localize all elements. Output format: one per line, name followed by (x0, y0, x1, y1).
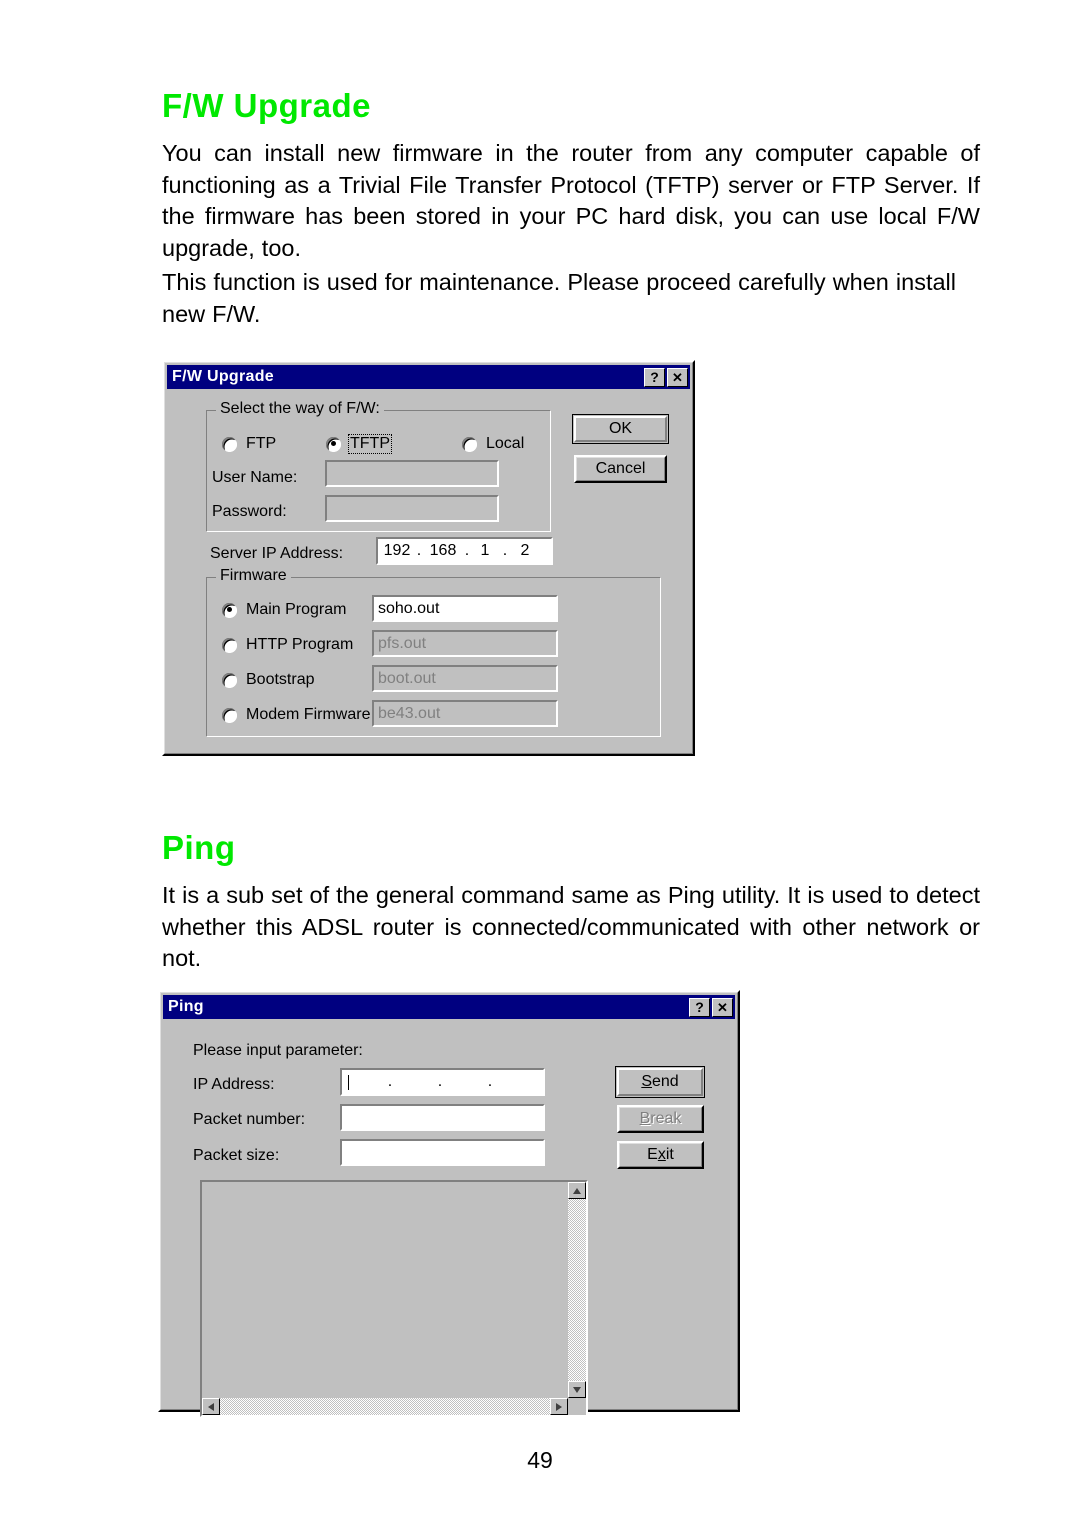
user-name-input[interactable] (325, 460, 499, 487)
fw-upgrade-paragraph-1: You can install new firmware in the rout… (162, 140, 980, 261)
help-icon[interactable]: ? (644, 367, 665, 387)
radio-http-program-dot (222, 637, 237, 653)
break-button-label: Break (639, 1110, 682, 1127)
http-program-file-input: pfs.out (372, 630, 558, 657)
password-input[interactable] (325, 495, 499, 522)
chevron-right-icon (556, 1402, 562, 1411)
ip-address-input[interactable]: . . . (340, 1068, 545, 1096)
chevron-up-icon (573, 1187, 581, 1194)
horizontal-scrollbar[interactable] (202, 1398, 568, 1415)
ping-ip-sep-2: . (437, 1073, 443, 1090)
server-ip-octet-2: 168 (429, 542, 457, 559)
fw-dialog-title: F/W Upgrade (172, 368, 274, 385)
ping-ip-sep-1: . (387, 1073, 393, 1090)
scroll-up-button[interactable] (568, 1182, 586, 1199)
radio-bootstrap-label: Bootstrap (246, 671, 315, 688)
user-name-label: User Name: (212, 469, 298, 486)
ip-address-value: . . . (346, 1073, 539, 1091)
ping-dialog-titlebar[interactable]: Ping ? ✕ (163, 995, 735, 1019)
radio-modem-firmware-label: Modem Firmware (246, 706, 371, 723)
fw-upgrade-paragraph-2: This function is used for maintenance. P… (162, 269, 956, 327)
radio-modem-firmware-dot (222, 707, 237, 723)
server-ip-input[interactable]: 192 . 168 . 1 . 2 (376, 537, 553, 565)
fw-upgrade-section: F/W Upgrade You can install new firmware… (162, 87, 980, 333)
ip-address-label: IP Address: (193, 1076, 275, 1093)
ping-dialog: Ping ? ✕ Please input parameter: IP Addr… (158, 990, 740, 1417)
fw-upgrade-dialog: F/W Upgrade ? ✕ Select the way of F/W: F… (162, 360, 695, 756)
radio-bootstrap-dot (222, 672, 237, 688)
server-ip-sep-1: . (416, 542, 422, 559)
server-ip-octet-1: 192 (383, 542, 411, 559)
radio-http-program[interactable]: HTTP Program (222, 635, 355, 655)
radio-tftp-label: TFTP (348, 434, 392, 454)
server-ip-sep-3: . (502, 542, 508, 559)
main-program-file-input[interactable]: soho.out (372, 595, 558, 622)
modem-firmware-file-input: be43.out (372, 700, 558, 727)
cancel-button[interactable]: Cancel (574, 455, 667, 483)
exit-button-label: Exit (647, 1146, 674, 1163)
close-icon[interactable]: ✕ (667, 367, 688, 387)
select-way-group-label: Select the way of F/W: (216, 400, 384, 418)
ping-paragraph-1: It is a sub set of the general command s… (162, 882, 980, 972)
chevron-left-icon (208, 1402, 214, 1411)
ping-prompt: Please input parameter: (193, 1042, 363, 1059)
radio-local[interactable]: Local (462, 434, 526, 454)
exit-button[interactable]: Exit (617, 1141, 704, 1169)
scroll-down-button[interactable] (568, 1381, 586, 1398)
password-label: Password: (212, 503, 287, 520)
radio-main-program-label: Main Program (246, 601, 347, 618)
radio-ftp[interactable]: FTP (222, 434, 278, 454)
ping-ip-sep-3: . (487, 1073, 493, 1090)
server-ip-octet-4: 2 (520, 542, 530, 559)
server-ip-octet-3: 1 (480, 542, 490, 559)
scroll-left-button[interactable] (202, 1398, 220, 1415)
break-button: Break (617, 1105, 704, 1133)
scrollbar-corner (568, 1398, 586, 1415)
ping-output-listbox[interactable] (200, 1180, 588, 1417)
close-icon[interactable]: ✕ (712, 997, 733, 1017)
page-title-fw-upgrade: F/W Upgrade (162, 87, 371, 124)
ok-button[interactable]: OK (572, 414, 669, 444)
fw-dialog-titlebar[interactable]: F/W Upgrade ? ✕ (167, 365, 690, 389)
radio-ftp-label: FTP (246, 435, 277, 452)
packet-size-label: Packet size: (193, 1147, 280, 1164)
radio-modem-firmware[interactable]: Modem Firmware (222, 705, 372, 725)
server-ip-sep-2: . (464, 542, 470, 559)
radio-bootstrap[interactable]: Bootstrap (222, 670, 316, 690)
packet-size-input[interactable] (340, 1139, 545, 1166)
server-ip-value: 192 . 168 . 1 . 2 (382, 542, 547, 560)
ok-button-label: OK (608, 420, 633, 437)
cancel-button-label: Cancel (595, 460, 646, 477)
document-page: F/W Upgrade You can install new firmware… (0, 0, 1080, 1528)
ping-section: Ping It is a sub set of the general comm… (162, 829, 980, 978)
vertical-scrollbar[interactable] (568, 1182, 586, 1398)
bootstrap-file-input: boot.out (372, 665, 558, 692)
radio-main-program-dot (222, 602, 237, 618)
help-icon[interactable]: ? (689, 997, 710, 1017)
radio-tftp[interactable]: TFTP (326, 434, 392, 454)
firmware-group-label: Firmware (216, 567, 291, 585)
radio-ftp-dot (222, 436, 237, 452)
chevron-down-icon (573, 1386, 581, 1393)
packet-number-input[interactable] (340, 1104, 545, 1131)
page-number: 49 (527, 1447, 553, 1473)
scroll-right-button[interactable] (550, 1398, 568, 1415)
text-caret (348, 1074, 349, 1090)
radio-tftp-dot (326, 436, 341, 452)
send-button-label: Send (641, 1073, 679, 1090)
send-button[interactable]: Send (615, 1066, 705, 1098)
radio-local-dot (462, 436, 477, 452)
packet-number-label: Packet number: (193, 1111, 306, 1128)
radio-local-label: Local (486, 435, 525, 452)
radio-main-program[interactable]: Main Program (222, 600, 348, 620)
radio-http-program-label: HTTP Program (246, 636, 354, 653)
server-ip-label: Server IP Address: (210, 545, 344, 562)
page-title-ping: Ping (162, 829, 236, 866)
ping-dialog-title: Ping (168, 998, 204, 1015)
